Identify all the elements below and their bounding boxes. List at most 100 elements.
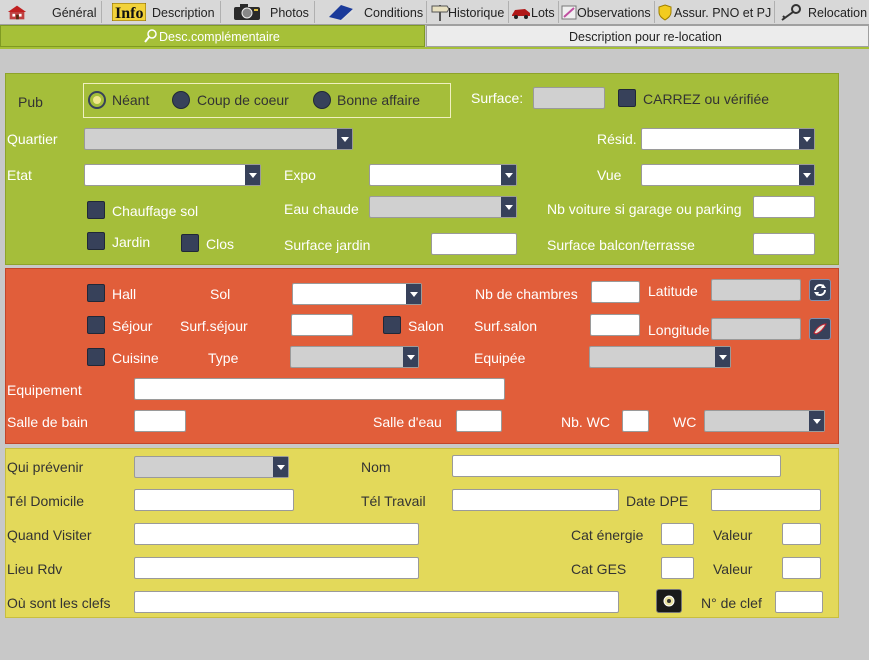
tab-conditions[interactable]: Conditions: [322, 1, 427, 23]
type-select[interactable]: [290, 346, 419, 368]
surface-balcon-input[interactable]: [753, 233, 815, 255]
tel-travail-input[interactable]: [452, 489, 619, 511]
equipement-input[interactable]: [134, 378, 505, 400]
tab-label: Lots: [531, 6, 555, 20]
radio-bonne-affaire[interactable]: [313, 91, 331, 109]
salon-label: Salon: [408, 318, 444, 334]
clos-label: Clos: [206, 236, 235, 252]
etat-select[interactable]: [84, 164, 261, 186]
date-dpe-input[interactable]: [711, 489, 821, 511]
nom-label: Nom: [361, 459, 391, 475]
tab-relocation[interactable]: Relocation: [776, 1, 869, 23]
cuisine-checkbox[interactable]: [87, 348, 105, 366]
nb-wc-input[interactable]: [622, 410, 649, 432]
no-clef-label: N° de clef: [701, 595, 762, 611]
subtab-underline: [0, 47, 869, 49]
salle-bain-input[interactable]: [134, 410, 186, 432]
equipement-label: Equipement: [7, 382, 82, 398]
quand-visiter-input[interactable]: [134, 523, 419, 545]
eau-chaude-label: Eau chaude: [284, 201, 359, 217]
tab-assurance[interactable]: Assur. PNO et PJ: [656, 1, 775, 23]
chevron-down-icon: [406, 284, 421, 304]
salle-eau-input[interactable]: [456, 410, 502, 432]
surface-input[interactable]: [533, 87, 605, 109]
lieu-rdv-label: Lieu Rdv: [7, 561, 63, 577]
nb-voiture-input[interactable]: [753, 196, 815, 218]
valeur2-input[interactable]: [782, 557, 821, 579]
tab-label: Observations: [577, 6, 651, 20]
carrez-checkbox[interactable]: [618, 89, 636, 107]
cuisine-label: Cuisine: [112, 350, 159, 366]
tab-observations[interactable]: Observations: [560, 1, 655, 23]
longitude-input[interactable]: [711, 318, 801, 340]
tab-label: Relocation: [808, 6, 868, 20]
no-clef-input[interactable]: [775, 591, 823, 613]
nom-input[interactable]: [452, 455, 781, 477]
quartier-select[interactable]: [84, 128, 353, 150]
wc-label: WC: [673, 414, 697, 430]
salle-bain-label: Salle de bain: [7, 414, 88, 430]
ou-clefs-input[interactable]: [134, 591, 619, 613]
latitude-input[interactable]: [711, 279, 801, 301]
wc-select[interactable]: [704, 410, 825, 432]
tab-description[interactable]: Info Description: [110, 1, 221, 23]
info-icon: Info: [112, 3, 146, 21]
radio-neant-label: Néant: [112, 92, 150, 108]
resid-select[interactable]: [641, 128, 815, 150]
tab-lots[interactable]: Lots: [510, 1, 559, 23]
sejour-label: Séjour: [112, 318, 153, 334]
surface-jardin-input[interactable]: [431, 233, 517, 255]
tab-label: Historique: [448, 6, 505, 20]
nb-chambres-input[interactable]: [591, 281, 640, 303]
clos-checkbox[interactable]: [181, 234, 199, 252]
resid-label: Résid.: [597, 131, 637, 147]
tab-bar: Général Info Description Photos Conditio…: [0, 0, 869, 25]
vue-select[interactable]: [641, 164, 815, 186]
sejour-checkbox[interactable]: [87, 316, 105, 334]
car-icon: [512, 9, 530, 19]
valeur1-input[interactable]: [782, 523, 821, 545]
chevron-down-icon: [809, 411, 824, 431]
note-icon: [561, 5, 577, 20]
magnifier-icon: [144, 29, 157, 43]
cat-energie-input[interactable]: [661, 523, 694, 545]
eau-chaude-select[interactable]: [369, 196, 517, 218]
salon-checkbox[interactable]: [383, 316, 401, 334]
surf-sejour-input[interactable]: [291, 314, 353, 336]
subtab-desc-complementaire[interactable]: Desc.complémentaire: [0, 25, 425, 47]
surf-salon-input[interactable]: [590, 314, 640, 336]
lieu-rdv-input[interactable]: [134, 557, 419, 579]
chauffage-sol-checkbox[interactable]: [87, 201, 105, 219]
expo-label: Expo: [284, 167, 316, 183]
ou-clefs-label: Où sont les clefs: [7, 595, 111, 611]
visit-contact-panel: Qui prévenir Nom Tél Domicile Tél Travai…: [5, 448, 839, 618]
surface-balcon-label: Surface balcon/terrasse: [547, 237, 695, 253]
camera-icon: [234, 4, 260, 20]
equipee-select[interactable]: [589, 346, 731, 368]
cat-ges-input[interactable]: [661, 557, 694, 579]
jardin-checkbox[interactable]: [87, 232, 105, 250]
map-pin-button[interactable]: [809, 318, 831, 340]
valeur1-label: Valeur: [713, 527, 753, 543]
rooms-panel: Hall Sol Nb de chambres Latitude Séjour …: [5, 268, 839, 444]
date-dpe-label: Date DPE: [626, 493, 689, 509]
refresh-coords-button[interactable]: [809, 279, 831, 301]
expo-select[interactable]: [369, 164, 517, 186]
keys-lookup-button[interactable]: [656, 589, 682, 613]
tab-general[interactable]: Général: [2, 1, 102, 23]
cat-energie-label: Cat énergie: [571, 527, 644, 543]
radio-coup-de-coeur[interactable]: [172, 91, 190, 109]
tel-domicile-input[interactable]: [134, 489, 294, 511]
tab-historique[interactable]: Historique: [430, 1, 509, 23]
subtab-description-relocation[interactable]: Description pour re-location: [426, 25, 869, 47]
quand-visiter-label: Quand Visiter: [7, 527, 92, 543]
radio-neant[interactable]: [88, 91, 106, 109]
sol-select[interactable]: [292, 283, 422, 305]
qui-prevenir-select[interactable]: [134, 456, 289, 478]
chauffage-sol-label: Chauffage sol: [112, 203, 199, 219]
chevron-down-icon: [715, 347, 730, 367]
hall-checkbox[interactable]: [87, 284, 105, 302]
tab-label: Conditions: [364, 6, 424, 20]
quill-icon: [813, 323, 827, 335]
tab-photos[interactable]: Photos: [230, 1, 315, 23]
